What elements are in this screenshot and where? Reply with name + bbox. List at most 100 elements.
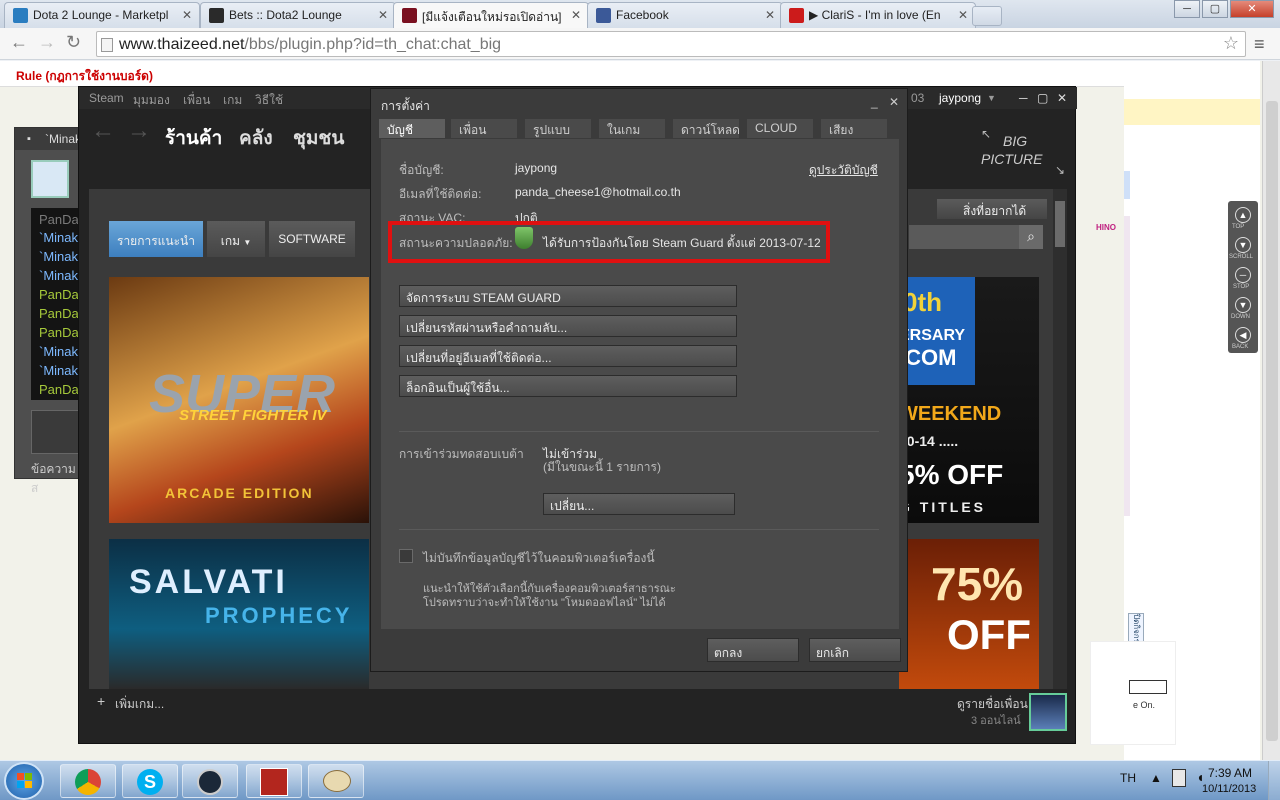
skype-taskbar-button[interactable]: S (122, 764, 178, 798)
chat-friend-name[interactable]: PanDa (39, 382, 79, 397)
close-window-button[interactable]: ✕ (1230, 0, 1274, 18)
close-tab-icon[interactable]: ✕ (378, 8, 388, 22)
featured-banner-75off[interactable]: 75% OFF (899, 539, 1039, 689)
steam-username[interactable]: jaypong (939, 91, 981, 105)
scroll-down-icon[interactable]: ▼ (1235, 237, 1251, 253)
tab-software[interactable]: SOFTWARE (269, 221, 355, 257)
menu-help[interactable]: วิธีใช้ (255, 91, 283, 110)
chrome-taskbar-button[interactable] (60, 764, 116, 798)
menu-steam[interactable]: Steam (89, 91, 124, 105)
steam-minimize-icon[interactable]: ─ (1019, 91, 1028, 105)
menu-icon[interactable]: ≡ (1254, 34, 1265, 55)
change-password-button[interactable]: เปลี่ยนรหัสผ่านหรือคำถามลับ... (399, 315, 737, 337)
tab-downloads[interactable]: ดาวน์โหลด (673, 119, 740, 138)
friend-avatar[interactable] (1029, 693, 1067, 731)
scroll-bottom-icon[interactable]: ▼ (1235, 297, 1251, 313)
back-circle-icon[interactable]: ◀ (1235, 327, 1251, 343)
featured-banner-sale[interactable]: 0th ERSARY .COM WEEKEND 10-14 ..... 5% O… (899, 277, 1039, 523)
manage-steam-guard-button[interactable]: จัดการระบบ STEAM GUARD (399, 285, 737, 307)
scroll-top-icon[interactable]: ▲ (1235, 207, 1251, 223)
new-tab-button[interactable] (972, 6, 1002, 26)
tab-friends[interactable]: เพื่อน (451, 119, 517, 138)
chat-friend-name[interactable]: `Minak (39, 230, 78, 245)
start-button[interactable] (4, 762, 44, 800)
switch-user-button[interactable]: ล็อกอินเป็นผู้ใช้อื่น... (399, 375, 737, 397)
browser-tab-active[interactable]: [มีแจ้งเตือนใหม่รอเปิดอ่าน] ✕ (393, 2, 589, 28)
tab-account[interactable]: บัญชี (379, 119, 445, 138)
wishlist-button[interactable]: สิ่งที่อยากได้ (937, 199, 1047, 219)
menu-games[interactable]: เกม (223, 91, 242, 110)
chat-friend-name[interactable]: PanDa (39, 212, 79, 227)
menu-view[interactable]: มุมมอง (133, 91, 170, 110)
steam-close-icon[interactable]: ✕ (1057, 91, 1067, 105)
chat-friend-name[interactable]: `Minak (39, 268, 78, 283)
page-scrollbar[interactable] (1262, 61, 1280, 761)
account-history-link[interactable]: ดูประวัติบัญชี (809, 161, 878, 180)
steam-forward-icon[interactable]: → (127, 117, 151, 145)
chat-friend-name[interactable]: PanDa (39, 306, 79, 321)
store-scrollbar[interactable] (1053, 189, 1067, 689)
add-game-link[interactable]: เพิ่มเกม... (115, 695, 164, 714)
tab-voice[interactable]: เสียง (821, 119, 887, 138)
store-search-input[interactable] (909, 225, 1021, 249)
star-icon[interactable]: ☆ (1223, 33, 1239, 54)
chat-friend-name[interactable]: PanDa (39, 325, 79, 340)
chevron-down-icon[interactable]: ▼ (987, 93, 996, 103)
close-tab-icon[interactable]: ✕ (958, 8, 968, 22)
cancel-button[interactable]: ยกเลิก (809, 638, 901, 662)
dota2-taskbar-button[interactable] (246, 764, 302, 798)
language-indicator[interactable]: TH (1120, 771, 1136, 785)
tab-interface[interactable]: รูปแบบ (525, 119, 591, 138)
reload-icon[interactable]: ↻ (66, 32, 81, 53)
menu-friends[interactable]: เพื่อน (183, 91, 210, 110)
beta-change-button[interactable]: เปลี่ยน... (543, 493, 735, 515)
close-tab-icon[interactable]: ✕ (571, 8, 581, 22)
ok-button[interactable]: ตกลง (707, 638, 799, 662)
clock-date[interactable]: 10/11/2013 (1202, 783, 1256, 795)
tab-games[interactable]: เกม ▼ (207, 221, 265, 257)
steam-taskbar-button[interactable] (182, 764, 238, 798)
tab-featured[interactable]: รายการแนะนำ (109, 221, 203, 257)
chat-friend-name[interactable]: `Minak (39, 363, 78, 378)
chat-friend-name[interactable]: `Minak (39, 249, 78, 264)
steam-maximize-icon[interactable]: ▢ (1037, 91, 1048, 105)
big-picture-button[interactable]: BIG PICTURE ↖ ↘ (981, 127, 1071, 183)
change-email-button[interactable]: เปลี่ยนที่อยู่อีเมลที่ใช้ติดต่อ... (399, 345, 737, 367)
browser-tab[interactable]: Dota 2 Lounge - Marketpl ✕ (4, 2, 200, 28)
paint-taskbar-button[interactable] (308, 764, 364, 798)
dialog-close-icon[interactable]: ✕ (889, 95, 899, 109)
address-bar[interactable]: www.thaizeed.net/bbs/plugin.php?id=th_ch… (96, 31, 1246, 57)
chat-input[interactable] (31, 410, 85, 454)
tab-in-game[interactable]: ในเกม (599, 119, 665, 138)
back-icon[interactable]: ← (10, 32, 28, 53)
featured-banner-sf4[interactable]: SUPER STREET FIGHTER IV ARCADE EDITION (109, 277, 369, 523)
scroll-stop-icon[interactable]: ─ (1235, 267, 1251, 283)
tray-arrow-icon[interactable]: ▲ (1150, 771, 1162, 785)
browser-tab[interactable]: ▶ ClariS - I'm in love (En ✕ (780, 2, 976, 28)
dont-save-checkbox[interactable] (399, 549, 413, 563)
forward-icon[interactable]: → (38, 32, 56, 53)
steam-back-icon[interactable]: ← (91, 117, 115, 145)
scrollbar-thumb[interactable] (1055, 201, 1065, 247)
plus-icon[interactable]: + (97, 693, 105, 709)
maximize-button[interactable]: ▢ (1202, 0, 1228, 18)
rule-link[interactable]: Rule (กฎการใช้งานบอร์ด) (16, 67, 153, 86)
widget-input[interactable] (1129, 680, 1167, 694)
nav-community[interactable]: ชุมชน (293, 123, 344, 153)
close-tab-icon[interactable]: ✕ (765, 8, 775, 22)
browser-tab[interactable]: Facebook ✕ (587, 2, 783, 28)
network-icon[interactable] (1172, 769, 1186, 787)
chat-friend-name[interactable]: PanDa (39, 287, 79, 302)
browser-tab[interactable]: Bets :: Dota2 Lounge ✕ (200, 2, 396, 28)
minimize-button[interactable]: ─ (1174, 0, 1200, 18)
chat-friend-name[interactable]: `Minak (39, 344, 78, 359)
close-tab-icon[interactable]: ✕ (182, 8, 192, 22)
avatar[interactable] (31, 160, 69, 198)
clock-time[interactable]: 7:39 AM (1208, 766, 1252, 780)
scrollbar-thumb[interactable] (1266, 101, 1278, 741)
featured-banner-salvation[interactable]: SALVATI PROPHECY (109, 539, 369, 689)
show-desktop-button[interactable] (1268, 761, 1280, 800)
nav-store[interactable]: ร้านค้า (165, 123, 222, 153)
search-icon[interactable]: ⌕ (1019, 225, 1043, 249)
dialog-minimize-icon[interactable]: _ (871, 95, 878, 109)
